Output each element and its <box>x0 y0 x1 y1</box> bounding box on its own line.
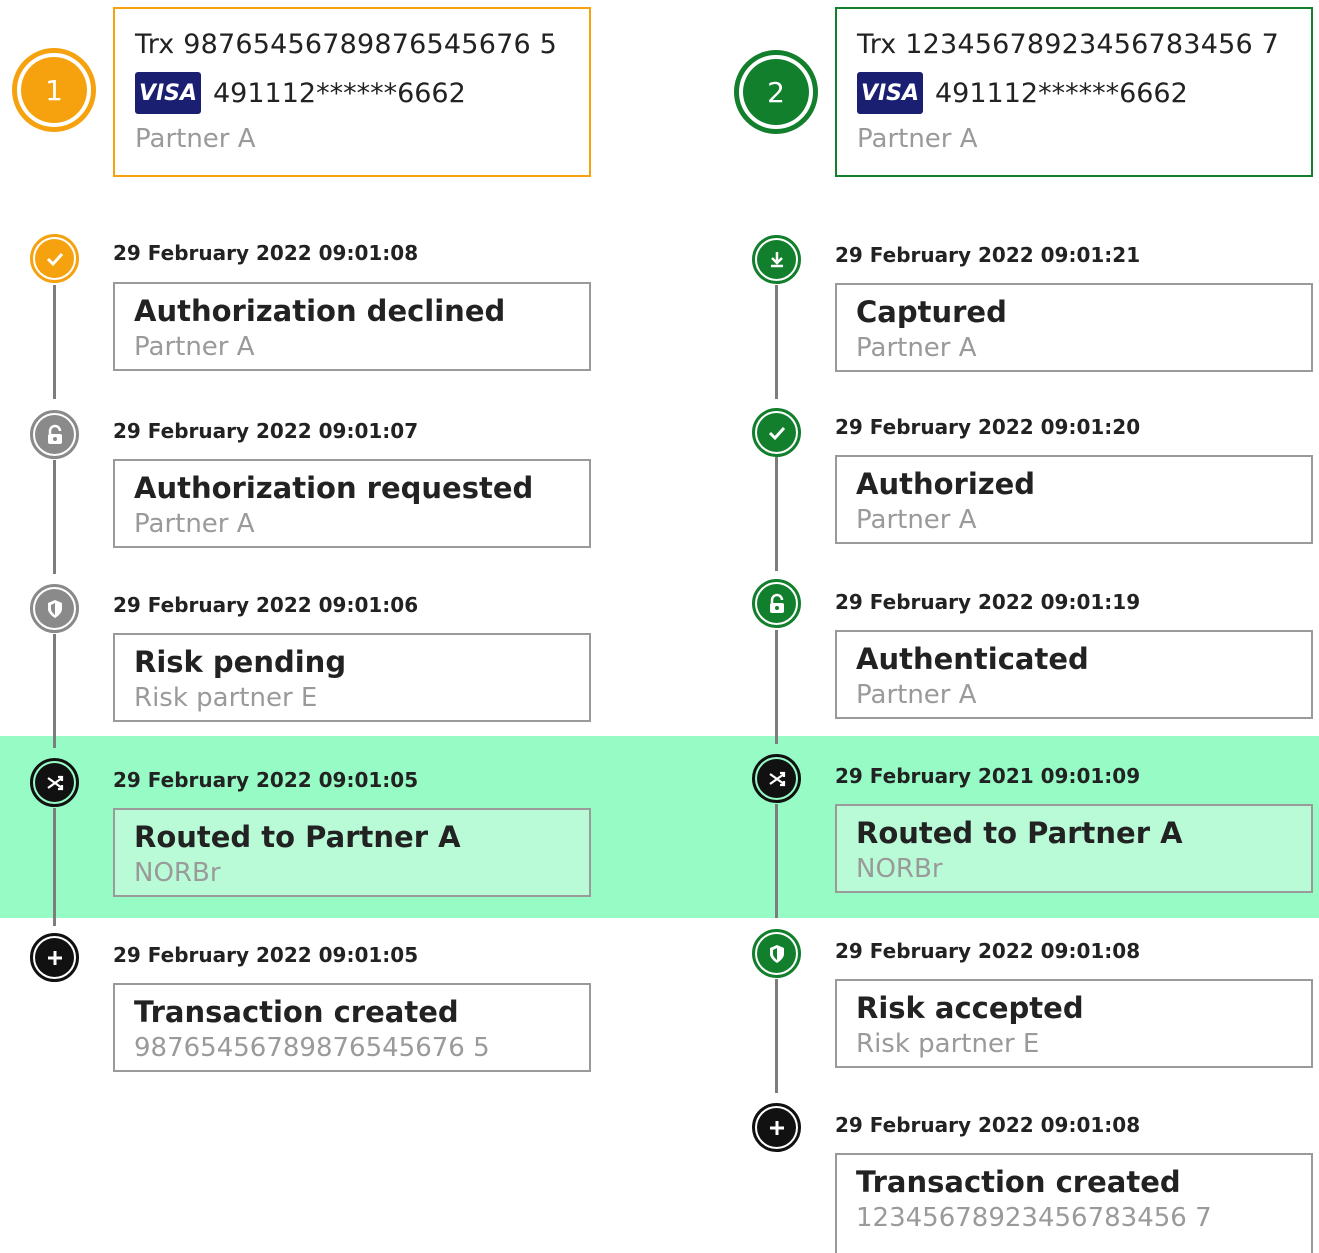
event-date: 29 February 2022 09:01:05 <box>113 943 419 967</box>
lock-icon <box>752 579 801 628</box>
timeline-connector <box>53 634 56 748</box>
timeline-connector <box>775 457 778 571</box>
event-title: Transaction created <box>134 995 459 1029</box>
event-date: 29 February 2022 09:01:19 <box>835 590 1141 614</box>
event-card[interactable]: Authorization declined Partner A <box>113 282 591 371</box>
event-subtitle: Partner A <box>134 332 255 362</box>
event-date: 29 February 2022 09:01:06 <box>113 593 419 617</box>
event-card[interactable]: Captured Partner A <box>835 283 1313 372</box>
event-title: Authorization declined <box>134 294 506 328</box>
step-badge: 2 <box>734 50 818 134</box>
event-card[interactable]: Transaction created 12345678923456783456… <box>835 1153 1313 1253</box>
event-date: 29 February 2021 09:01:09 <box>835 764 1141 788</box>
transaction-header-card[interactable]: Trx 98765456789876545676 5 VISA 491112**… <box>113 7 591 177</box>
timeline-connector <box>53 460 56 574</box>
visa-logo-icon: VISA <box>135 72 201 114</box>
card-number: 491112******6662 <box>935 77 1188 109</box>
timeline-connector <box>775 630 778 744</box>
event-subtitle: Partner A <box>856 333 977 363</box>
step-number: 1 <box>21 57 87 123</box>
shield-icon <box>752 929 801 978</box>
event-subtitle: NORBr <box>856 854 943 884</box>
shield-icon <box>30 584 79 633</box>
event-title: Routed to Partner A <box>856 816 1183 850</box>
visa-logo-icon: VISA <box>857 72 923 114</box>
event-card[interactable]: Risk pending Risk partner E <box>113 633 591 722</box>
event-card[interactable]: Risk accepted Risk partner E <box>835 979 1313 1068</box>
check-icon <box>752 408 801 457</box>
event-date: 29 February 2022 09:01:07 <box>113 419 419 443</box>
event-card[interactable]: Routed to Partner A NORBr <box>835 804 1313 893</box>
event-title: Authorization requested <box>134 471 534 505</box>
event-title: Risk accepted <box>856 991 1084 1025</box>
check-icon <box>30 234 79 283</box>
transaction-column-2: 2 Trx 12345678923456783456 7 VISA 491112… <box>722 0 1319 1253</box>
transaction-id: Trx 98765456789876545676 5 <box>135 29 557 60</box>
event-subtitle: Risk partner E <box>134 683 318 713</box>
transaction-column-1: 1 Trx 98765456789876545676 5 VISA 491112… <box>0 0 600 1237</box>
timeline-connector <box>53 808 56 926</box>
event-card[interactable]: Authorization requested Partner A <box>113 459 591 548</box>
step-number: 2 <box>743 59 809 125</box>
event-card[interactable]: Authenticated Partner A <box>835 630 1313 719</box>
event-date: 29 February 2022 09:01:05 <box>113 768 419 792</box>
timeline-connector <box>775 285 778 399</box>
timeline-connector <box>775 979 778 1093</box>
event-subtitle: Risk partner E <box>856 1029 1040 1059</box>
event-subtitle: NORBr <box>134 858 221 888</box>
event-subtitle: Partner A <box>134 509 255 539</box>
transaction-header-card[interactable]: Trx 12345678923456783456 7 VISA 491112**… <box>835 7 1313 177</box>
event-card[interactable]: Transaction created 98765456789876545676… <box>113 983 591 1072</box>
event-date: 29 February 2022 09:01:08 <box>835 1113 1141 1137</box>
event-card[interactable]: Authorized Partner A <box>835 455 1313 544</box>
event-date: 29 February 2022 09:01:20 <box>835 415 1141 439</box>
event-subtitle: 12345678923456783456 7 <box>856 1203 1212 1233</box>
plus-icon <box>752 1103 801 1152</box>
partner-name: Partner A <box>857 124 978 154</box>
event-title: Routed to Partner A <box>134 820 461 854</box>
event-title: Transaction created <box>856 1165 1181 1199</box>
timeline-connector <box>775 804 778 918</box>
transaction-id: Trx 12345678923456783456 7 <box>857 29 1279 60</box>
plus-icon <box>30 933 79 982</box>
shuffle-icon <box>30 758 79 807</box>
event-date: 29 February 2022 09:01:08 <box>835 939 1141 963</box>
event-title: Captured <box>856 295 1007 329</box>
event-subtitle: Partner A <box>856 505 977 535</box>
event-card[interactable]: Routed to Partner A NORBr <box>113 808 591 897</box>
event-subtitle: Partner A <box>856 680 977 710</box>
partner-name: Partner A <box>135 124 256 154</box>
event-title: Authenticated <box>856 642 1089 676</box>
event-subtitle: 98765456789876545676 5 <box>134 1033 490 1063</box>
event-date: 29 February 2022 09:01:08 <box>113 241 419 265</box>
timeline-connector <box>53 285 56 399</box>
card-number: 491112******6662 <box>213 77 466 109</box>
shuffle-icon <box>752 754 801 803</box>
event-date: 29 February 2022 09:01:21 <box>835 243 1141 267</box>
step-badge: 1 <box>12 48 96 132</box>
lock-icon <box>30 410 79 459</box>
event-title: Risk pending <box>134 645 347 679</box>
event-title: Authorized <box>856 467 1036 501</box>
download-icon <box>752 235 801 284</box>
